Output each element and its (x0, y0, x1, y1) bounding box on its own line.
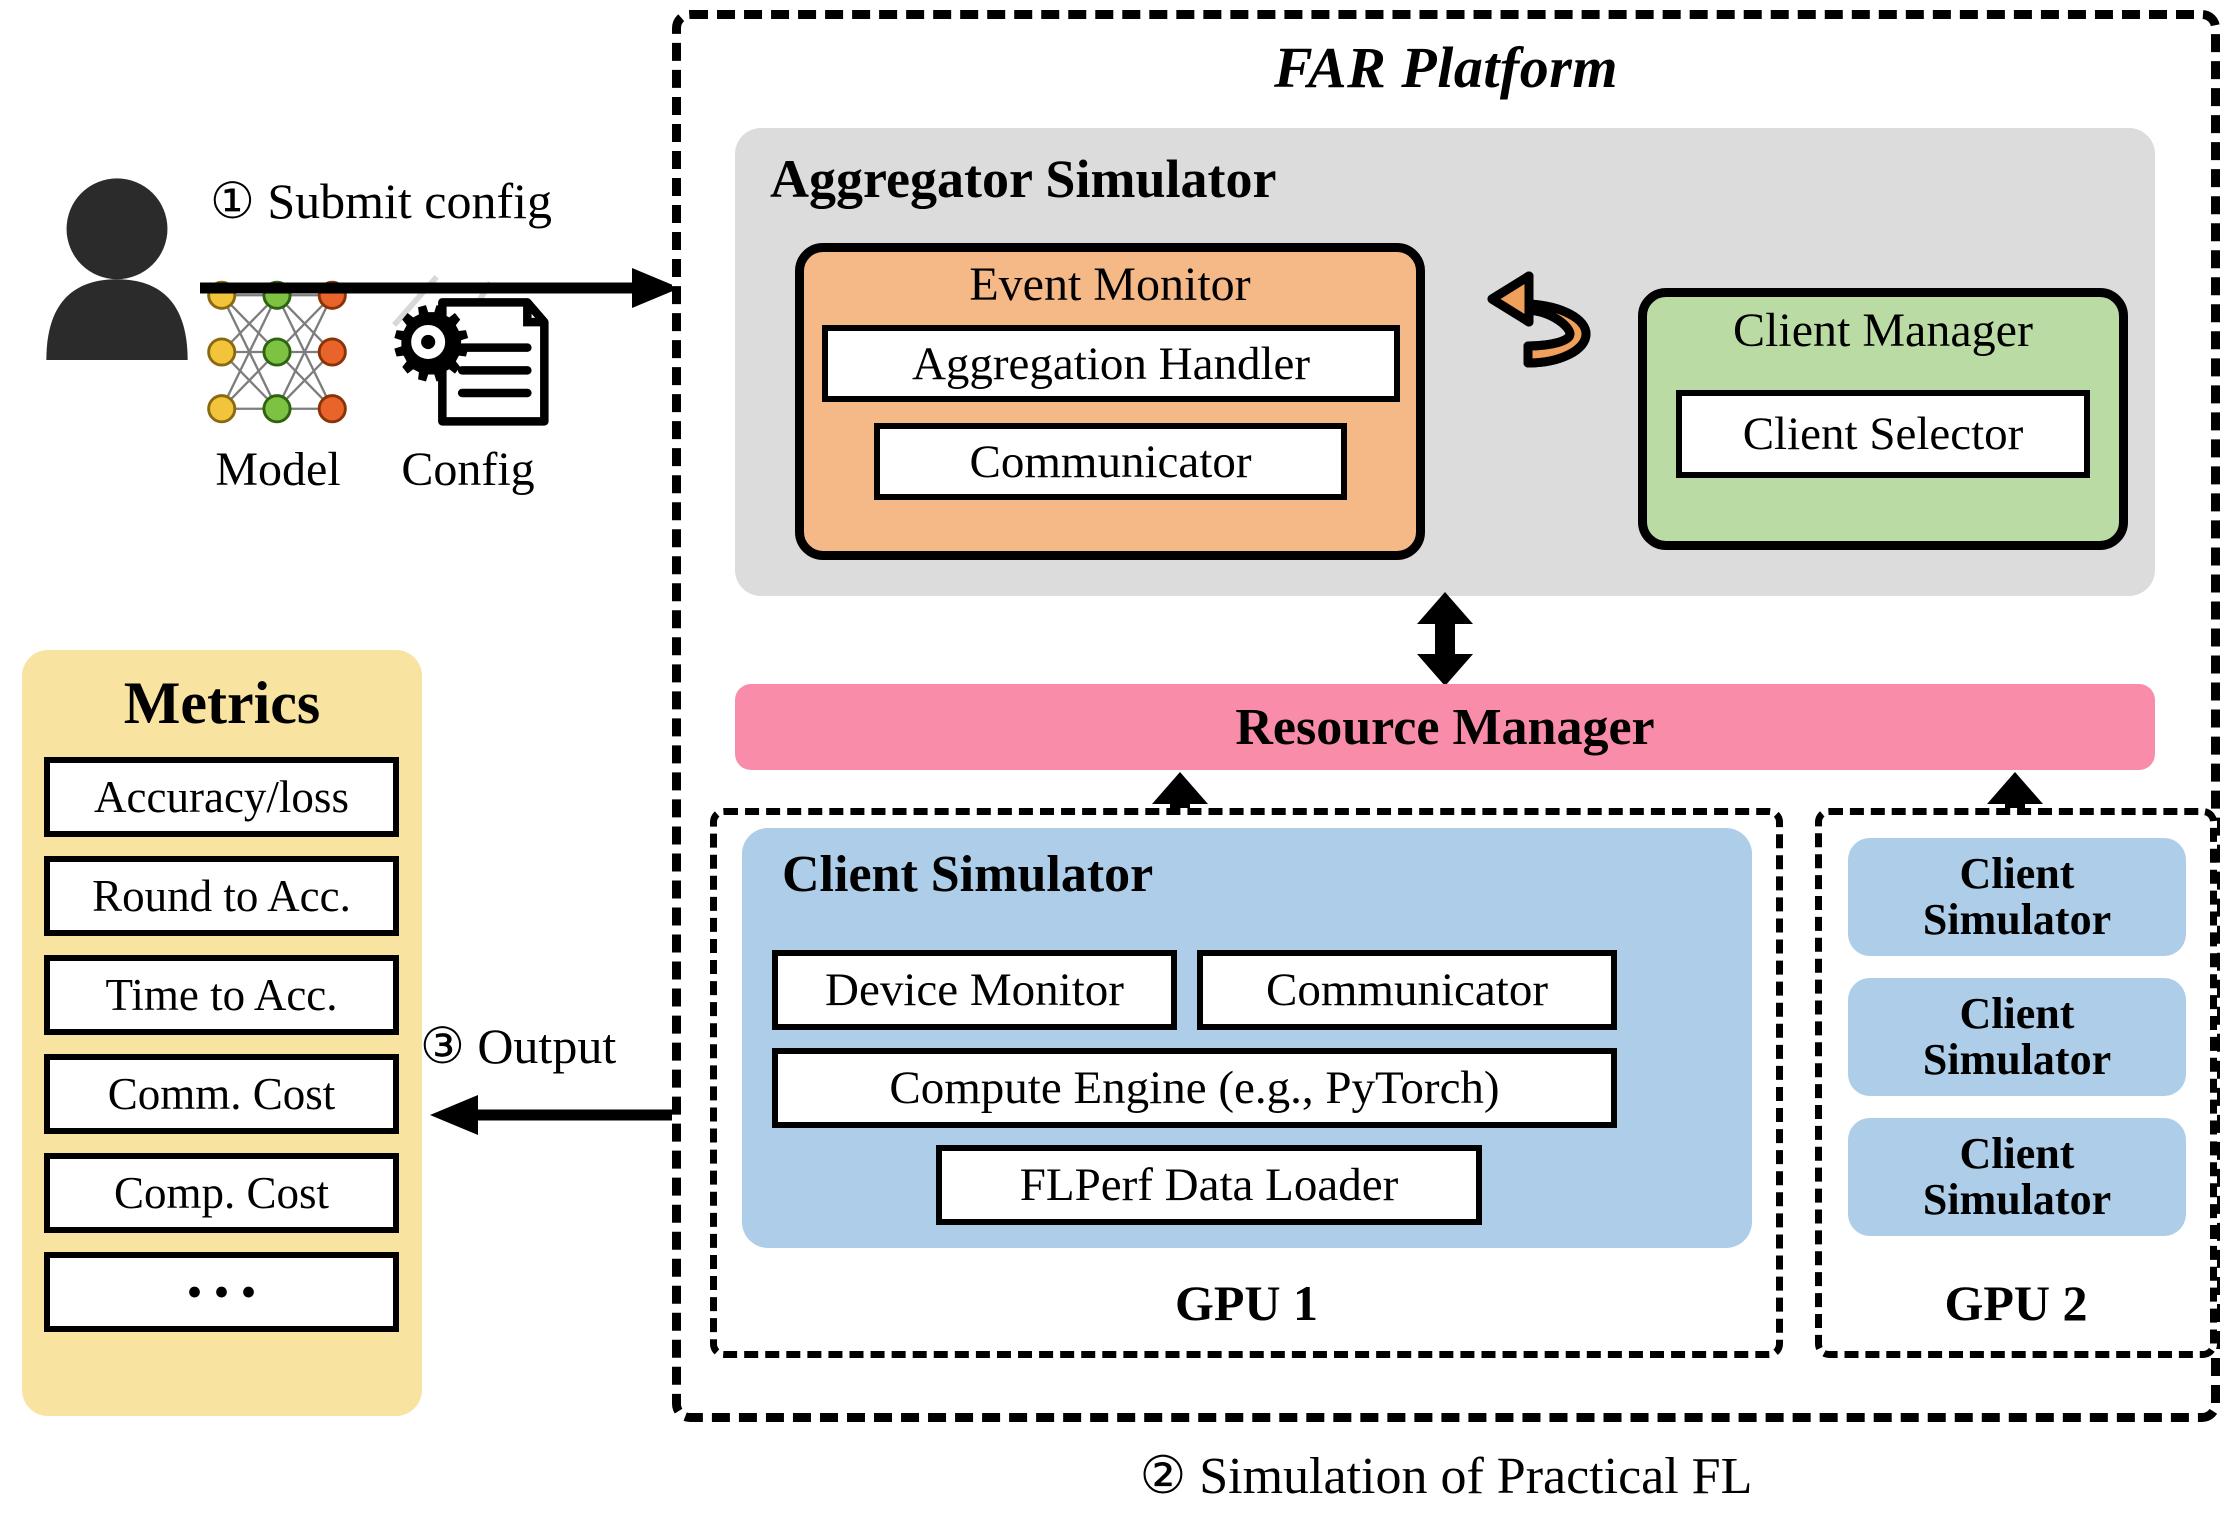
client-simulator-mini-line2: Simulator (1922, 1035, 2112, 1084)
output-arrow-icon (430, 1095, 685, 1135)
double-arrow-icon (1415, 592, 1475, 686)
metric-row: Round to Acc. (44, 856, 399, 936)
aggregator-simulator-title: Aggregator Simulator (770, 149, 1277, 209)
client-simulator-mini-line1: Client (1959, 988, 2075, 1038)
step-2-caption: ② Simulation of Practical FL (1139, 1448, 1753, 1505)
resource-manager-bar: Resource Manager (735, 684, 2155, 770)
client-simulator-title: Client Simulator (782, 845, 1154, 903)
client-simulator-mini-line2: Simulator (1922, 895, 2112, 944)
metric-row: Accuracy/loss (44, 757, 399, 837)
client-manager-title: Client Manager (1733, 303, 2033, 357)
client-simulator-mini: Client Simulator (1848, 1118, 2186, 1236)
communicator-box: Communicator (1197, 950, 1617, 1030)
metric-row: • • • (44, 1252, 399, 1332)
diagram-canvas: Model Config ① Submit config Metrics Acc… (0, 0, 2240, 1530)
step-1-label: ① Submit config (210, 173, 553, 229)
submit-config-arrow-icon (200, 268, 680, 308)
event-monitor-title: Event Monitor (969, 257, 1251, 311)
client-simulator-mini: Client Simulator (1848, 978, 2186, 1096)
flperf-data-loader-box: FLPerf Data Loader (936, 1145, 1482, 1225)
client-simulator-mini-line1: Client (1959, 1128, 2075, 1178)
user-avatar-icon (32, 175, 202, 360)
page-title: FAR Platform (1274, 34, 1618, 100)
device-monitor-box: Device Monitor (772, 950, 1177, 1030)
communicator-box: Communicator (874, 423, 1347, 500)
compute-engine-box: Compute Engine (e.g., PyTorch) (772, 1048, 1617, 1128)
metric-row: Time to Acc. (44, 955, 399, 1035)
gpu1-label: GPU 1 (1174, 1275, 1319, 1331)
aggregation-handler-box: Aggregation Handler (822, 325, 1400, 402)
client-simulator-mini-line1: Client (1959, 848, 2075, 898)
config-label: Config (401, 442, 535, 496)
model-label: Model (215, 442, 341, 496)
gpu2-label: GPU 2 (1944, 1275, 2088, 1331)
client-simulator-mini: Client Simulator (1848, 838, 2186, 956)
metric-row: Comm. Cost (44, 1054, 399, 1134)
metrics-title: Metrics (123, 669, 321, 736)
circular-sync-arrows-icon (1434, 268, 1624, 378)
client-selector-box: Client Selector (1676, 390, 2090, 478)
client-simulator-mini-line2: Simulator (1922, 1175, 2112, 1224)
metric-row: Comp. Cost (44, 1153, 399, 1233)
